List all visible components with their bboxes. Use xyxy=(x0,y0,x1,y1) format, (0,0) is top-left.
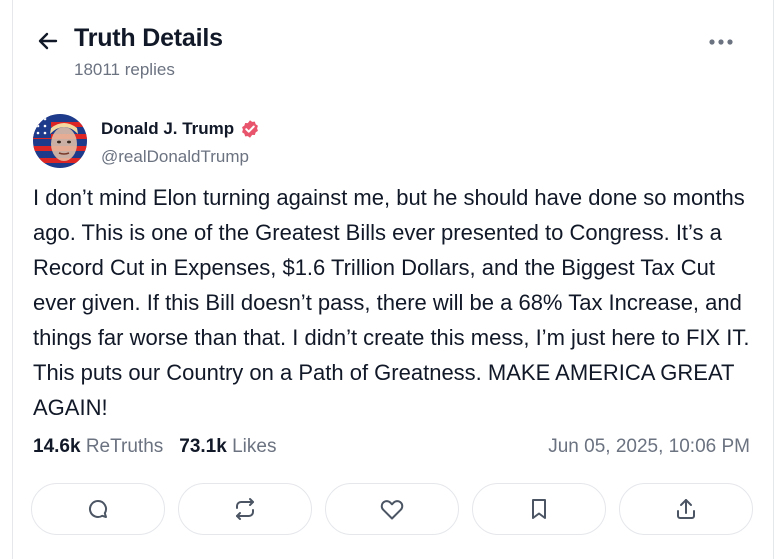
likes-count: 73.1k xyxy=(179,436,227,457)
bookmark-icon xyxy=(532,499,546,519)
like-button[interactable] xyxy=(325,483,459,535)
retruths-stat[interactable]: 14.6k ReTruths xyxy=(33,436,163,458)
bookmark-button[interactable] xyxy=(472,483,606,535)
author-handle[interactable]: @realDonaldTrump xyxy=(101,147,249,167)
post-stats: 14.6k ReTruths 73.1k Likes xyxy=(33,436,276,458)
retruths-count: 14.6k xyxy=(33,436,81,457)
repost-icon xyxy=(236,498,254,520)
avatar[interactable] xyxy=(33,114,87,168)
heart-icon xyxy=(380,500,404,520)
action-bar xyxy=(31,483,753,537)
likes-label: Likes xyxy=(232,436,277,457)
more-options-button[interactable] xyxy=(706,30,736,54)
more-horizontal-icon xyxy=(709,39,733,45)
share-button[interactable] xyxy=(619,483,753,535)
back-button[interactable] xyxy=(34,27,62,55)
author-name-text: Donald J. Trump xyxy=(101,119,235,138)
post-body: I don’t mind Elon turning against me, bu… xyxy=(33,185,750,420)
author-name[interactable]: Donald J. Trump xyxy=(101,119,260,139)
post-timestamp: Jun 05, 2025, 10:06 PM xyxy=(548,436,750,457)
likes-stat[interactable]: 73.1k Likes xyxy=(179,436,276,458)
reply-count: 18011 replies xyxy=(74,60,175,79)
share-icon xyxy=(677,499,695,519)
verified-badge-icon xyxy=(240,119,260,139)
retruths-label: ReTruths xyxy=(85,436,164,457)
retruth-button[interactable] xyxy=(178,483,312,535)
reply-button[interactable] xyxy=(31,483,165,535)
comment-icon xyxy=(89,500,107,518)
arrow-left-icon xyxy=(38,32,58,50)
page-title: Truth Details xyxy=(74,24,223,52)
